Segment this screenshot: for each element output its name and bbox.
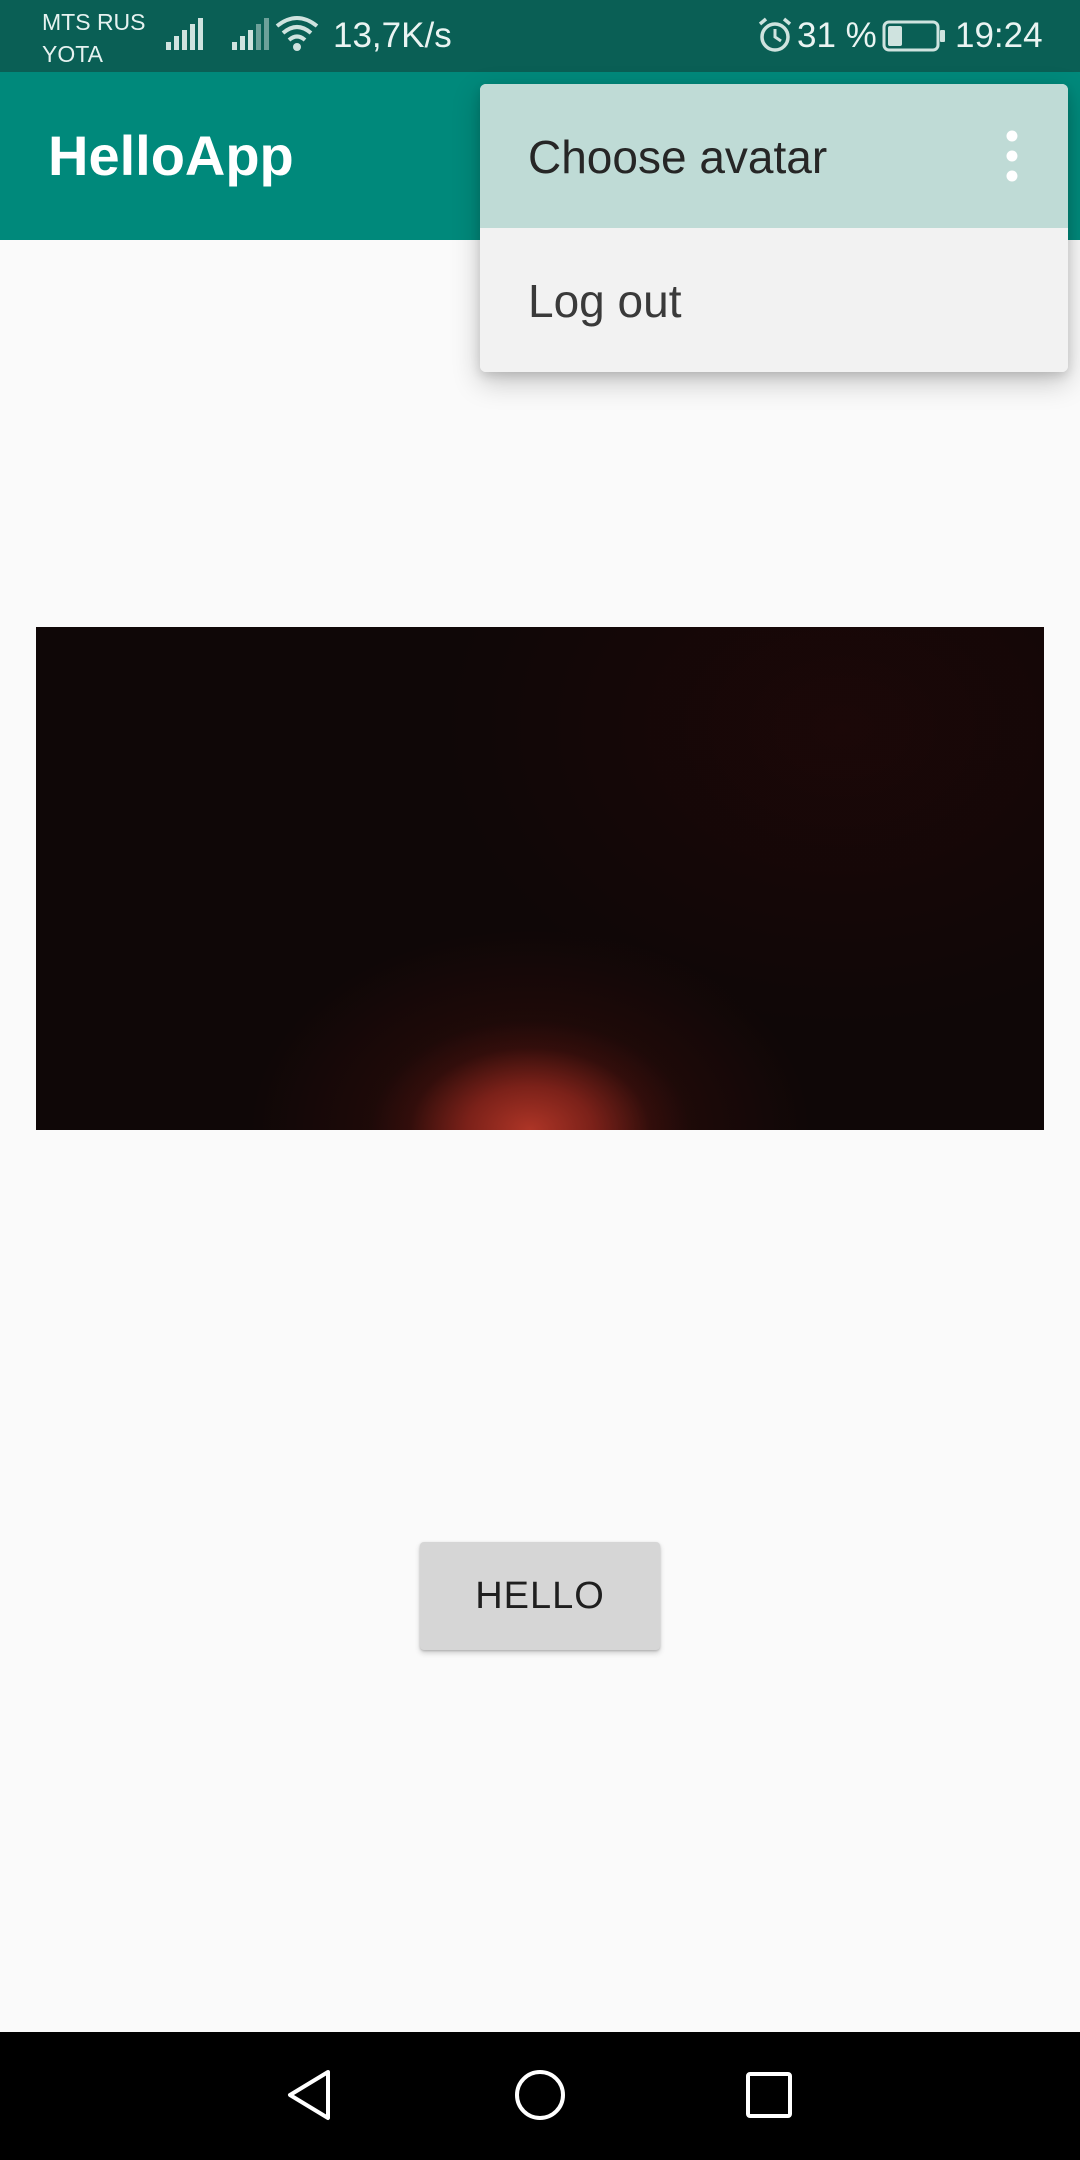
status-bar: MTS RUS YOTA 13,7K/s 31 % 19:24: [0, 0, 1080, 72]
home-icon[interactable]: [513, 2068, 567, 2127]
signal-icon: [230, 16, 270, 57]
screen: MTS RUS YOTA 13,7K/s 31 % 19:24 HelloApp…: [0, 0, 1080, 2160]
back-icon[interactable]: [284, 2068, 334, 2127]
navigation-bar: [0, 2032, 1080, 2160]
recents-icon[interactable]: [744, 2070, 794, 2125]
carrier-names: MTS RUS YOTA: [42, 6, 146, 70]
signal-icon: [164, 16, 204, 57]
menu-item-label: Log out: [528, 275, 682, 327]
carrier-1: MTS RUS: [42, 9, 146, 35]
overflow-menu: Choose avatar Log out: [480, 84, 1068, 372]
app-title: HelloApp: [48, 124, 294, 187]
more-vert-icon[interactable]: [1004, 130, 1020, 187]
clock: 19:24: [955, 16, 1043, 55]
wifi-icon: [275, 14, 319, 59]
menu-item-choose-avatar[interactable]: Choose avatar: [480, 84, 1068, 228]
carrier-2: YOTA: [42, 41, 103, 67]
avatar-image: [36, 627, 1044, 1130]
alarm-icon: [757, 16, 793, 59]
battery-icon: [882, 20, 946, 57]
menu-item-log-out[interactable]: Log out: [480, 228, 1068, 372]
menu-item-label: Choose avatar: [528, 131, 828, 183]
net-speed: 13,7K/s: [333, 16, 452, 55]
battery-percent: 31 %: [797, 16, 877, 55]
hello-button-label: HELLO: [475, 1574, 605, 1617]
hello-button[interactable]: HELLO: [420, 1542, 660, 1650]
